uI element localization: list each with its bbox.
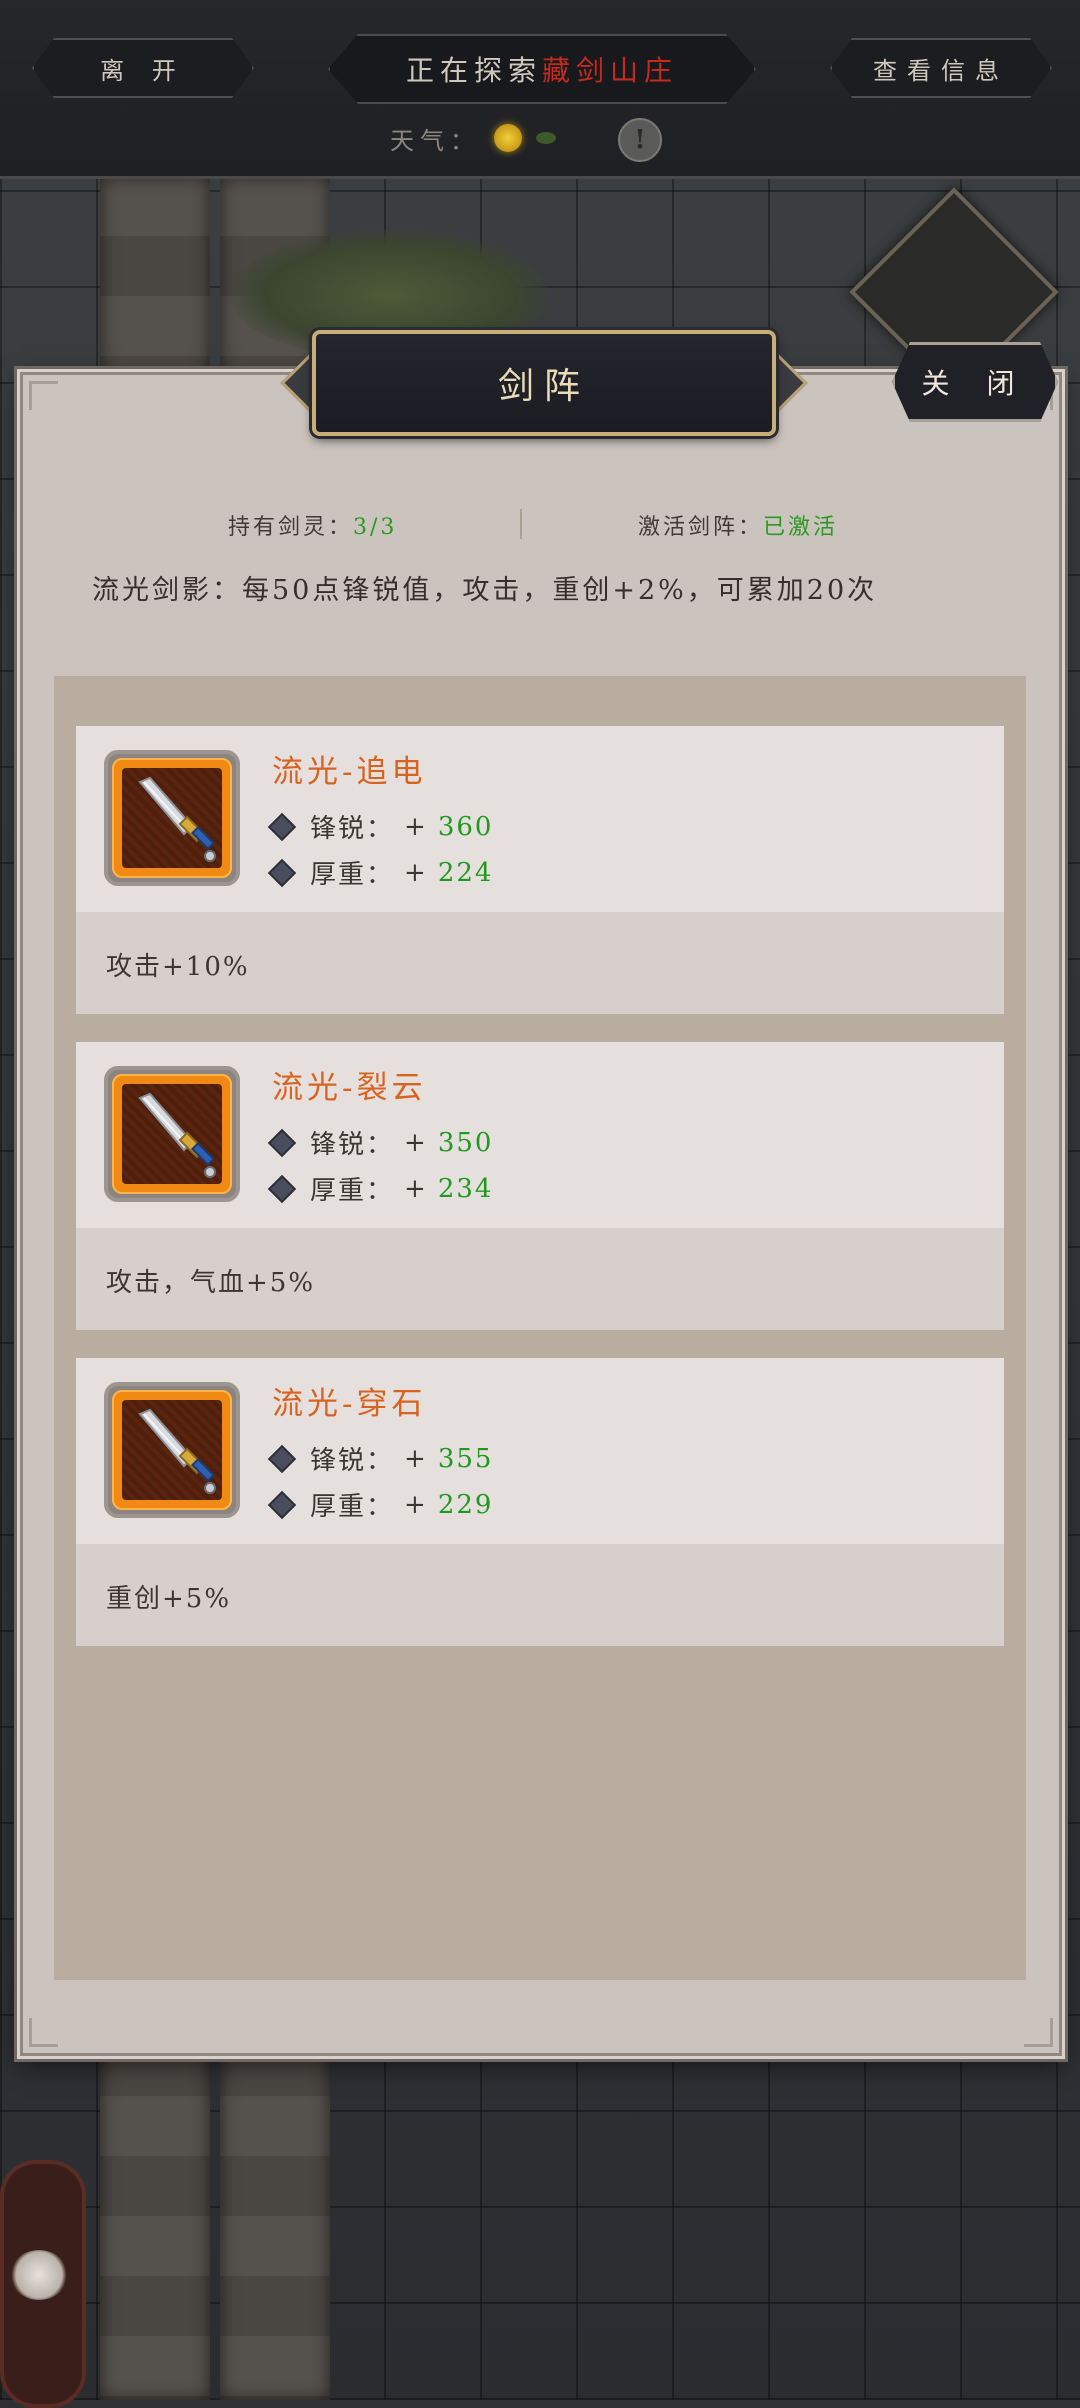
panel-title: 剑阵 <box>312 330 776 436</box>
sword-icon-bg <box>122 768 222 868</box>
stat-prefix: + <box>404 1489 428 1520</box>
alert-icon[interactable]: ! <box>618 118 662 162</box>
card-effect-area: 攻击，气血+5% <box>76 1228 1004 1330</box>
array-label: 激活剑阵： <box>638 515 764 540</box>
stat-label: 厚重： <box>310 1492 395 1522</box>
held-value: 3/3 <box>353 515 398 540</box>
stat-weight: 厚重： +229 <box>267 1486 494 1523</box>
leave-button[interactable]: 离 开 <box>32 38 254 98</box>
stat-prefix: + <box>404 1173 428 1204</box>
sword-icon-bg <box>122 1084 222 1184</box>
diamond-icon <box>267 1490 297 1519</box>
sword-icon-border <box>112 1390 232 1510</box>
stat-value: 360 <box>437 811 494 842</box>
diamond-icon <box>267 1174 297 1203</box>
sword-effect: 攻击，气血+5% <box>106 1268 316 1298</box>
diamond-icon <box>267 1128 297 1157</box>
card-effect-area: 重创+5% <box>76 1544 1004 1646</box>
sword-card[interactable]: 流光-追电 锋锐： +360 厚重： +224 攻击+10% <box>76 726 1004 1014</box>
held-spirits: 持有剑灵：3/3 <box>228 509 397 541</box>
stat-sharpness: 锋锐： +360 <box>267 808 494 845</box>
card-effect-area: 攻击+10% <box>76 912 1004 1014</box>
array-effect-text: 流光剑影：每50点锋锐值，攻击，重创+2%，可累加20次 <box>92 575 878 606</box>
sword-icon-frame <box>104 750 240 886</box>
summary-row: 持有剑灵：3/3 激活剑阵：已激活 <box>20 505 1056 545</box>
held-label: 持有剑灵： <box>228 515 354 540</box>
exploring-prefix: 正在探索 <box>405 54 542 87</box>
diamond-icon <box>267 858 297 887</box>
stat-value: 229 <box>437 1489 494 1520</box>
stat-value: 355 <box>437 1443 494 1474</box>
top-bar: 离 开 正在探索 藏剑山庄 查看信息 天气： ! <box>0 0 1080 179</box>
sword-icon-border <box>112 1074 232 1194</box>
stat-prefix: + <box>404 1443 428 1474</box>
card-header: 流光-追电 锋锐： +360 厚重： +224 <box>76 726 1004 912</box>
sword-card[interactable]: 流光-裂云 锋锐： +350 厚重： +234 攻击，气血+5% <box>76 1042 1004 1330</box>
close-button[interactable]: 关 闭 <box>892 342 1058 422</box>
sword-effect: 重创+5% <box>106 1584 232 1614</box>
sword-name: 流光-追电 <box>272 754 427 790</box>
cloud-icon <box>10 2250 68 2300</box>
card-header: 流光-穿石 锋锐： +355 厚重： +229 <box>76 1358 1004 1544</box>
sword-icon-bg <box>122 1400 222 1500</box>
stat-sharpness: 锋锐： +355 <box>267 1440 494 1477</box>
stat-prefix: + <box>404 857 428 888</box>
leaf-icon <box>536 132 556 144</box>
sword-icon-border <box>112 758 232 878</box>
sword-effect: 攻击+10% <box>106 952 250 982</box>
corner-ornament <box>1024 2018 1053 2047</box>
sun-icon <box>494 124 522 152</box>
weather-indicator: 天气： <box>390 116 556 160</box>
close-label: 关 闭 <box>921 367 1029 400</box>
stat-prefix: + <box>404 811 428 842</box>
stat-label: 厚重： <box>310 1176 395 1206</box>
stat-label: 锋锐： <box>310 1446 395 1476</box>
stat-value: 350 <box>437 1127 494 1158</box>
sword-name: 流光-裂云 <box>272 1070 427 1106</box>
card-header: 流光-裂云 锋锐： +350 厚重： +234 <box>76 1042 1004 1228</box>
corner-ornament <box>29 381 58 410</box>
array-status-value: 已激活 <box>763 515 839 540</box>
divider <box>520 509 522 539</box>
panel-title-text: 剑阵 <box>497 366 590 407</box>
stat-prefix: + <box>404 1127 428 1158</box>
sword-name: 流光-穿石 <box>272 1386 427 1422</box>
corner-ornament <box>29 2018 58 2047</box>
stat-value: 224 <box>437 857 494 888</box>
sword-icon-frame <box>104 1066 240 1202</box>
weather-label: 天气： <box>390 126 480 155</box>
alert-symbol: ! <box>634 125 646 155</box>
stat-value: 234 <box>437 1173 494 1204</box>
sword-card[interactable]: 流光-穿石 锋锐： +355 厚重： +229 重创+5% <box>76 1358 1004 1646</box>
leave-label: 离 开 <box>100 56 186 85</box>
stat-weight: 厚重： +234 <box>267 1170 494 1207</box>
sword-icon <box>138 776 216 862</box>
exploring-location: 藏剑山庄 <box>542 54 679 87</box>
sword-icon <box>138 1092 216 1178</box>
sword-icon <box>138 1408 216 1494</box>
stat-label: 锋锐： <box>310 814 395 844</box>
stat-label: 锋锐： <box>310 1130 395 1160</box>
exploring-banner: 正在探索 藏剑山庄 <box>328 34 756 104</box>
stat-weight: 厚重： +224 <box>267 854 494 891</box>
view-info-button[interactable]: 查看信息 <box>830 38 1052 98</box>
diamond-icon <box>267 1444 297 1473</box>
diamond-icon <box>267 812 297 841</box>
array-status: 激活剑阵：已激活 <box>638 509 838 541</box>
view-info-label: 查看信息 <box>873 56 1009 85</box>
stat-label: 厚重： <box>310 860 395 890</box>
stat-sharpness: 锋锐： +350 <box>267 1124 494 1161</box>
sword-icon-frame <box>104 1382 240 1518</box>
